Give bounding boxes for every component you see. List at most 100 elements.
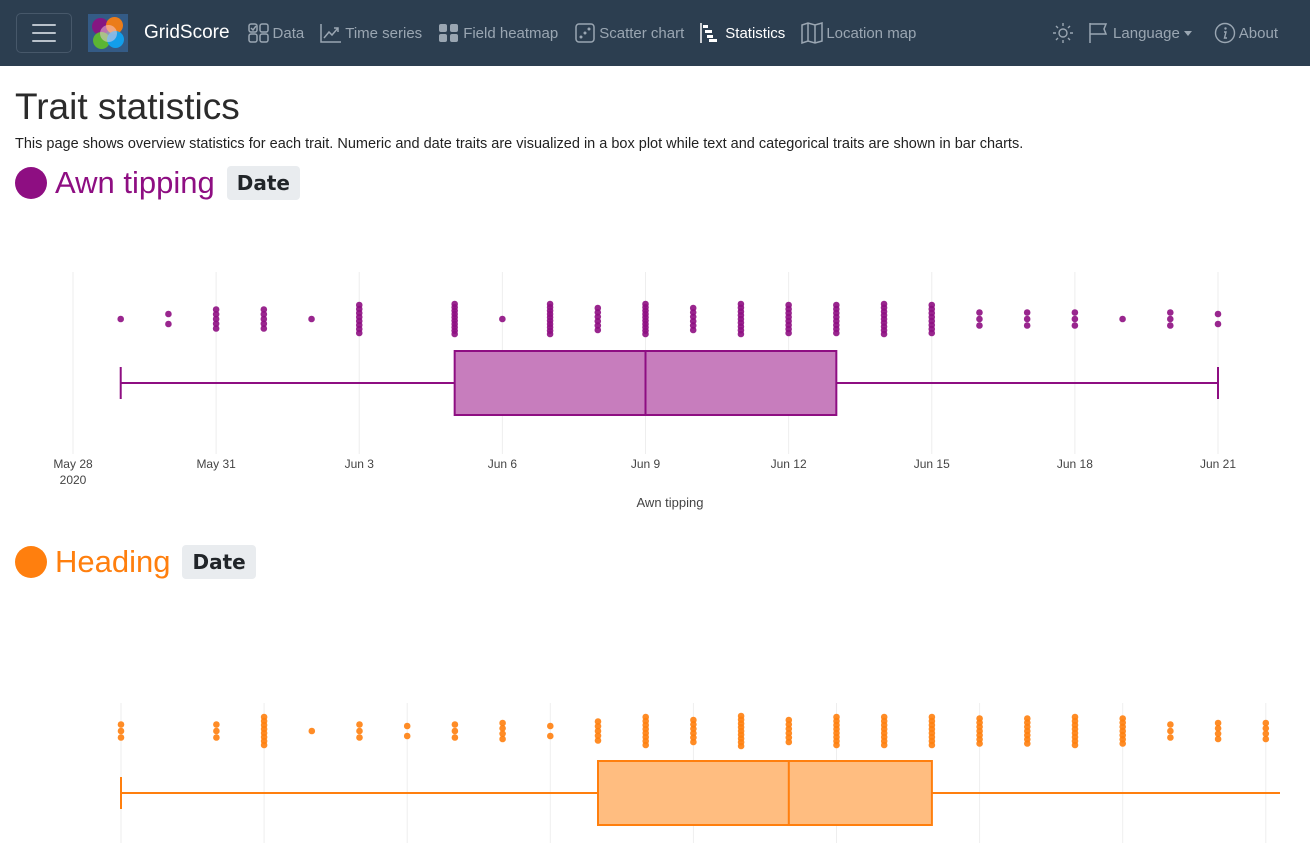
trait-color-dot xyxy=(15,546,47,578)
navbar: GridScore Data Time series Field heatmap… xyxy=(0,0,1310,66)
x-tick-label-line: Jun 9 xyxy=(631,457,661,471)
x-tick-label: Jun 3 xyxy=(345,457,375,471)
data-point xyxy=(547,722,554,730)
data-point xyxy=(1023,315,1031,323)
x-tick-label: Jun 9 xyxy=(631,457,661,471)
nav-item-data[interactable]: Data xyxy=(247,23,313,43)
data-point xyxy=(1071,309,1079,316)
data-point xyxy=(356,727,363,735)
data-point xyxy=(1167,727,1174,735)
x-tick-label-line: Jun 15 xyxy=(914,457,950,471)
trait-name: Heading xyxy=(55,544,171,579)
data-point xyxy=(451,721,459,728)
data-point xyxy=(642,330,649,338)
data-point xyxy=(833,329,840,337)
page-title: Trait statistics xyxy=(15,86,240,127)
heatmap-grid-icon xyxy=(439,24,459,42)
data-point xyxy=(117,727,125,735)
data-point xyxy=(355,329,363,337)
box-plot-heading[interactable] xyxy=(0,583,1280,843)
menu-toggle-button[interactable] xyxy=(16,13,72,53)
x-axis-title: Awn tipping xyxy=(637,495,704,510)
data-point xyxy=(213,734,220,741)
brand-link[interactable]: GridScore xyxy=(88,14,230,52)
data-point xyxy=(1119,315,1126,323)
data-point xyxy=(1214,735,1222,743)
language-dropdown[interactable]: Language xyxy=(1088,22,1200,44)
data-point xyxy=(785,329,792,337)
x-tick-label-line: Jun 3 xyxy=(345,457,375,471)
nav-label: Field heatmap xyxy=(463,24,559,42)
data-point xyxy=(1166,322,1174,329)
data-point xyxy=(356,734,363,741)
x-tick-label-line: 2020 xyxy=(60,473,87,487)
x-tick-label-line: Jun 21 xyxy=(1200,457,1236,471)
data-point xyxy=(1167,721,1174,728)
data-point xyxy=(356,721,363,728)
data-point xyxy=(1071,741,1079,749)
nav-item-location-map[interactable]: Location map xyxy=(801,22,924,44)
x-tick-label-line: Jun 18 xyxy=(1057,457,1093,471)
data-point xyxy=(1214,310,1222,318)
data-point xyxy=(546,330,554,338)
x-tick-label-line: May 28 xyxy=(53,457,93,471)
hamburger-icon xyxy=(32,32,56,34)
nav-item-time-series[interactable]: Time series xyxy=(320,23,430,43)
trait-name: Awn tipping xyxy=(55,165,215,200)
data-point xyxy=(976,740,983,747)
data-point xyxy=(880,330,888,338)
trait-type-badge: Date xyxy=(182,545,256,579)
data-point xyxy=(260,325,268,332)
x-tick-label: Jun 6 xyxy=(488,457,518,471)
nav-label: Location map xyxy=(826,24,917,42)
brand-name: GridScore xyxy=(144,22,230,43)
nav-label: Statistics xyxy=(725,24,786,42)
x-tick-label: Jun 21 xyxy=(1200,457,1236,471)
nav-item-field-heatmap[interactable]: Field heatmap xyxy=(438,23,566,43)
data-point xyxy=(165,310,172,318)
data-point xyxy=(499,315,506,323)
nav-item-statistics[interactable]: Statistics xyxy=(700,23,793,43)
data-point xyxy=(594,326,602,334)
data-point xyxy=(1166,309,1174,316)
data-point xyxy=(451,330,458,338)
x-tick-label: Jun 15 xyxy=(914,457,950,471)
data-point xyxy=(308,315,315,323)
dice-icon xyxy=(575,23,595,43)
data-point xyxy=(976,322,983,329)
hamburger-icon xyxy=(32,24,56,26)
map-icon xyxy=(801,22,824,44)
bar-chart-steps-icon xyxy=(700,23,718,43)
data-point xyxy=(451,734,459,741)
data-point xyxy=(690,738,697,746)
x-tick-label: Jun 18 xyxy=(1057,457,1093,471)
data-point xyxy=(737,742,745,750)
data-point xyxy=(976,309,983,316)
data-point xyxy=(928,741,936,749)
sun-icon[interactable] xyxy=(1052,22,1074,44)
about-link[interactable]: About xyxy=(1214,22,1286,44)
caret-down-icon xyxy=(1183,30,1192,36)
trait-header: Heading Date xyxy=(15,541,1295,583)
data-grid-icon xyxy=(247,23,269,43)
data-point xyxy=(833,741,840,749)
data-point xyxy=(308,727,316,735)
nav-item-scatter-chart[interactable]: Scatter chart xyxy=(574,23,692,43)
x-tick-label: Jun 12 xyxy=(771,457,807,471)
nav-label: Data xyxy=(272,24,305,42)
main-content: Trait statistics This page shows overvie… xyxy=(0,86,1310,843)
line-chart-icon xyxy=(320,24,342,43)
data-point xyxy=(1119,740,1126,747)
navbar-right: Language About xyxy=(1052,0,1286,66)
hamburger-icon xyxy=(32,40,56,42)
trait-color-dot xyxy=(15,167,47,199)
main-nav: Data Time series Field heatmap Scatter c… xyxy=(247,22,933,44)
data-point xyxy=(1262,735,1270,743)
box-plot-awn-tipping[interactable]: May 28 2020 May 31 Jun 3 Jun 6 Jun 9 Jun 12 Jun… xyxy=(0,204,1280,544)
nav-label: Time series xyxy=(345,24,423,42)
x-tick-label-line: Jun 6 xyxy=(488,457,518,471)
gridscore-logo xyxy=(88,14,128,52)
data-point xyxy=(594,737,602,744)
trait-type-badge: Date xyxy=(226,166,300,200)
nav-label: Scatter chart xyxy=(599,24,685,42)
